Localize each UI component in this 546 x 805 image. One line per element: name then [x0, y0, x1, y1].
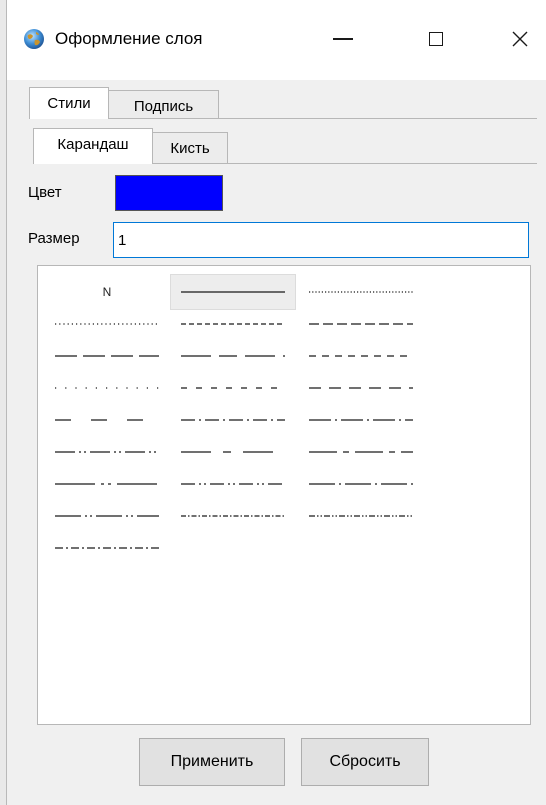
size-input[interactable] [113, 222, 529, 258]
globe-icon [24, 29, 44, 49]
line-style-dash-wide[interactable] [298, 370, 424, 406]
title-bar[interactable]: Оформление слоя [7, 0, 546, 80]
line-style-sample [181, 323, 285, 325]
apply-button[interactable]: Применить [139, 738, 285, 786]
line-style-sample [55, 451, 159, 453]
line-style-sample [181, 291, 285, 293]
line-style-sample [309, 291, 413, 293]
line-style-sample [55, 547, 159, 549]
line-style-sample [309, 323, 413, 325]
maximize-button[interactable] [416, 14, 456, 64]
line-style-long-short-long[interactable] [170, 434, 296, 470]
line-style-sample [55, 355, 159, 357]
line-style-sample [309, 451, 413, 453]
layer-style-dialog: Оформление слоя Стили Подпись Карандаш К… [6, 0, 546, 805]
close-icon [512, 31, 528, 47]
line-style-sample [55, 419, 159, 421]
line-style-dash-small[interactable] [170, 370, 296, 406]
line-style-dash-dot-dot-fine[interactable] [298, 498, 424, 534]
line-style-dash-dot-dot[interactable] [170, 466, 296, 502]
line-style-sample [181, 451, 285, 453]
line-style-dot-dense[interactable] [298, 274, 424, 310]
line-style-dash-long[interactable] [44, 338, 170, 374]
line-style-sample [181, 355, 285, 357]
line-style-dash-medium[interactable] [298, 306, 424, 342]
line-style-sample [309, 515, 413, 517]
line-style-sample [181, 419, 285, 421]
line-style-long-dash-dot-dot[interactable] [44, 434, 170, 470]
line-style-long-dot-dot-long[interactable] [44, 498, 170, 534]
line-style-dot[interactable] [44, 306, 170, 342]
color-picker-button[interactable] [115, 175, 223, 211]
line-style-dash-dot-fine[interactable] [170, 498, 296, 534]
close-button[interactable] [500, 14, 540, 64]
line-style-dash-short[interactable] [170, 306, 296, 342]
line-style-sample [55, 387, 159, 389]
line-style-sample [181, 387, 285, 389]
line-style-dash-dot[interactable] [170, 402, 296, 438]
line-style-sample [181, 515, 285, 517]
line-style-long-dot[interactable] [298, 402, 424, 438]
line-style-long-dot-long[interactable] [298, 466, 424, 502]
line-style-dash-gap[interactable] [298, 338, 424, 374]
line-style-sample [309, 387, 413, 389]
line-style-dash-dot-short[interactable] [44, 530, 170, 566]
color-label: Цвет [28, 184, 62, 201]
line-style-none[interactable]: N [44, 274, 170, 310]
line-style-sample [309, 419, 413, 421]
line-style-long-gap[interactable] [44, 402, 170, 438]
line-style-sample [309, 483, 413, 485]
line-style-none-label: N [102, 285, 112, 299]
line-style-sample [55, 483, 159, 485]
line-style-sample [181, 483, 285, 485]
maximize-icon [429, 32, 443, 46]
tab-styles[interactable]: Стили [29, 87, 109, 119]
size-label: Размер [28, 230, 80, 247]
line-style-solid[interactable] [170, 274, 296, 310]
line-style-long-short[interactable] [170, 338, 296, 374]
window-title: Оформление слоя [55, 29, 203, 48]
line-style-sample [309, 355, 413, 357]
line-style-long-dash-dot[interactable] [298, 434, 424, 470]
line-style-long-dash-dot-pair[interactable] [44, 466, 170, 502]
tab-caption[interactable]: Подпись [108, 90, 219, 119]
line-style-dot-sparse[interactable] [44, 370, 170, 406]
reset-button[interactable]: Сбросить [301, 738, 429, 786]
line-style-sample [55, 515, 159, 517]
tab-pencil[interactable]: Карандаш [33, 128, 153, 164]
tab-brush[interactable]: Кисть [152, 132, 228, 164]
line-style-sample [55, 323, 159, 325]
line-style-list[interactable]: N [37, 265, 531, 725]
minimize-icon [333, 38, 353, 40]
minimize-button[interactable] [323, 14, 363, 64]
